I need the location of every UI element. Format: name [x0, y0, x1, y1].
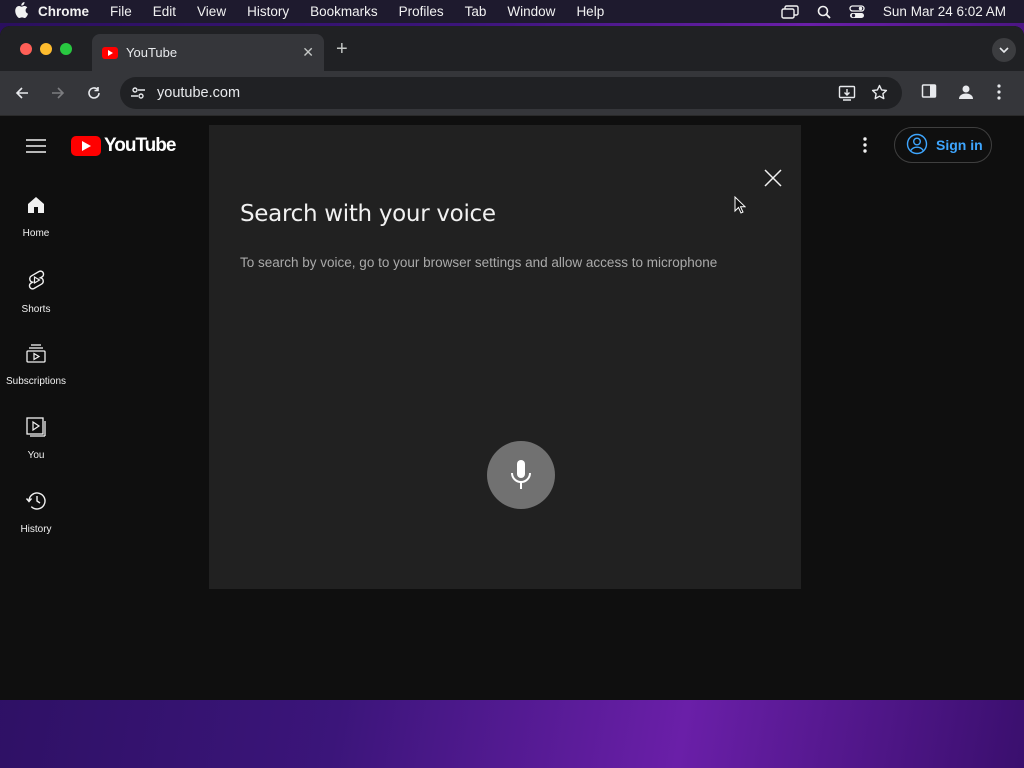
youtube-play-icon: [71, 136, 101, 156]
mouse-pointer-icon: [734, 195, 747, 219]
tab-search-button[interactable]: [992, 38, 1016, 62]
settings-more-icon[interactable]: [862, 136, 868, 159]
forward-button[interactable]: [48, 83, 68, 103]
nav-item-you[interactable]: You: [0, 409, 72, 483]
close-window-button[interactable]: [20, 43, 32, 55]
menu-tab[interactable]: Tab: [465, 4, 487, 19]
microphone-icon: [511, 460, 531, 489]
home-icon: [26, 195, 46, 220]
macos-menu-bar: Chrome File Edit View History Bookmarks …: [0, 0, 1024, 23]
youtube-logo[interactable]: YouTube: [71, 135, 176, 157]
chevron-down-icon: [999, 47, 1009, 53]
url-text[interactable]: youtube.com: [157, 85, 240, 101]
maximize-window-button[interactable]: [60, 43, 72, 55]
menu-view[interactable]: View: [197, 4, 226, 19]
nav-label: Subscriptions: [5, 376, 67, 387]
reload-icon: [88, 87, 100, 99]
you-icon: [26, 417, 46, 442]
menu-edit[interactable]: Edit: [153, 4, 176, 19]
back-button[interactable]: [12, 83, 32, 103]
youtube-favicon-icon: [102, 46, 118, 59]
side-navigation: Home Shorts Subscriptions You History: [0, 187, 72, 557]
shorts-icon: [26, 269, 46, 296]
dialog-title: Search with your voice: [240, 201, 496, 227]
browser-window: YouTube ✕ + youtube.com YouTube Home Sho…: [0, 26, 1024, 700]
sign-in-label: Sign in: [936, 137, 983, 153]
nav-item-home[interactable]: Home: [0, 187, 72, 261]
menu-file[interactable]: File: [110, 4, 132, 19]
microphone-button[interactable]: [487, 441, 555, 509]
menu-app-name[interactable]: Chrome: [38, 4, 89, 19]
address-bar[interactable]: youtube.com: [120, 77, 902, 109]
menu-bookmarks[interactable]: Bookmarks: [310, 4, 378, 19]
youtube-page: YouTube Home Shorts Subscriptions You Hi…: [0, 117, 1024, 700]
menu-window[interactable]: Window: [507, 4, 555, 19]
install-app-icon[interactable]: [838, 84, 856, 106]
control-center-icon[interactable]: [849, 4, 865, 19]
close-tab-icon[interactable]: ✕: [302, 44, 314, 61]
forward-arrow-icon: [52, 87, 65, 99]
window-controls: [20, 43, 80, 55]
spotlight-search-icon[interactable]: [817, 5, 831, 19]
nav-item-history[interactable]: History: [0, 483, 72, 557]
youtube-logo-text: YouTube: [104, 135, 176, 156]
menu-help[interactable]: Help: [576, 4, 604, 19]
menu-history[interactable]: History: [247, 4, 289, 19]
nav-label: You: [27, 450, 45, 461]
close-dialog-icon[interactable]: [761, 166, 785, 190]
site-settings-icon[interactable]: [130, 85, 146, 105]
menu-clock[interactable]: Sun Mar 24 6:02 AM: [883, 4, 1006, 19]
history-icon: [25, 491, 47, 516]
minimize-window-button[interactable]: [40, 43, 52, 55]
tab-title: YouTube: [126, 45, 178, 60]
nav-label: History: [20, 524, 52, 535]
side-panel-icon[interactable]: [921, 83, 937, 104]
nav-item-subscriptions[interactable]: Subscriptions: [0, 335, 72, 409]
menu-profiles[interactable]: Profiles: [399, 4, 444, 19]
account-circle-icon: [906, 133, 928, 158]
nav-item-shorts[interactable]: Shorts: [0, 261, 72, 335]
nav-label: Shorts: [21, 304, 51, 315]
browser-menu-icon[interactable]: [996, 83, 1002, 106]
apple-icon[interactable]: [14, 1, 38, 22]
reload-button[interactable]: [84, 83, 104, 103]
voice-search-dialog: Search with your voice To search by voic…: [209, 125, 801, 589]
hamburger-menu-icon[interactable]: [26, 138, 46, 159]
nav-label: Home: [22, 228, 50, 239]
tab-strip: YouTube ✕ +: [0, 26, 1024, 71]
profile-icon[interactable]: [957, 83, 975, 106]
tab-youtube[interactable]: YouTube ✕: [92, 34, 324, 71]
dialog-message: To search by voice, go to your browser s…: [240, 255, 718, 270]
screen-mirroring-icon[interactable]: [781, 4, 799, 19]
sign-in-button[interactable]: Sign in: [894, 127, 992, 163]
browser-toolbar: youtube.com: [0, 71, 1024, 116]
new-tab-button[interactable]: +: [336, 39, 348, 59]
subscriptions-icon: [26, 343, 46, 368]
back-arrow-icon: [15, 87, 28, 99]
bookmark-star-icon[interactable]: [871, 84, 888, 105]
